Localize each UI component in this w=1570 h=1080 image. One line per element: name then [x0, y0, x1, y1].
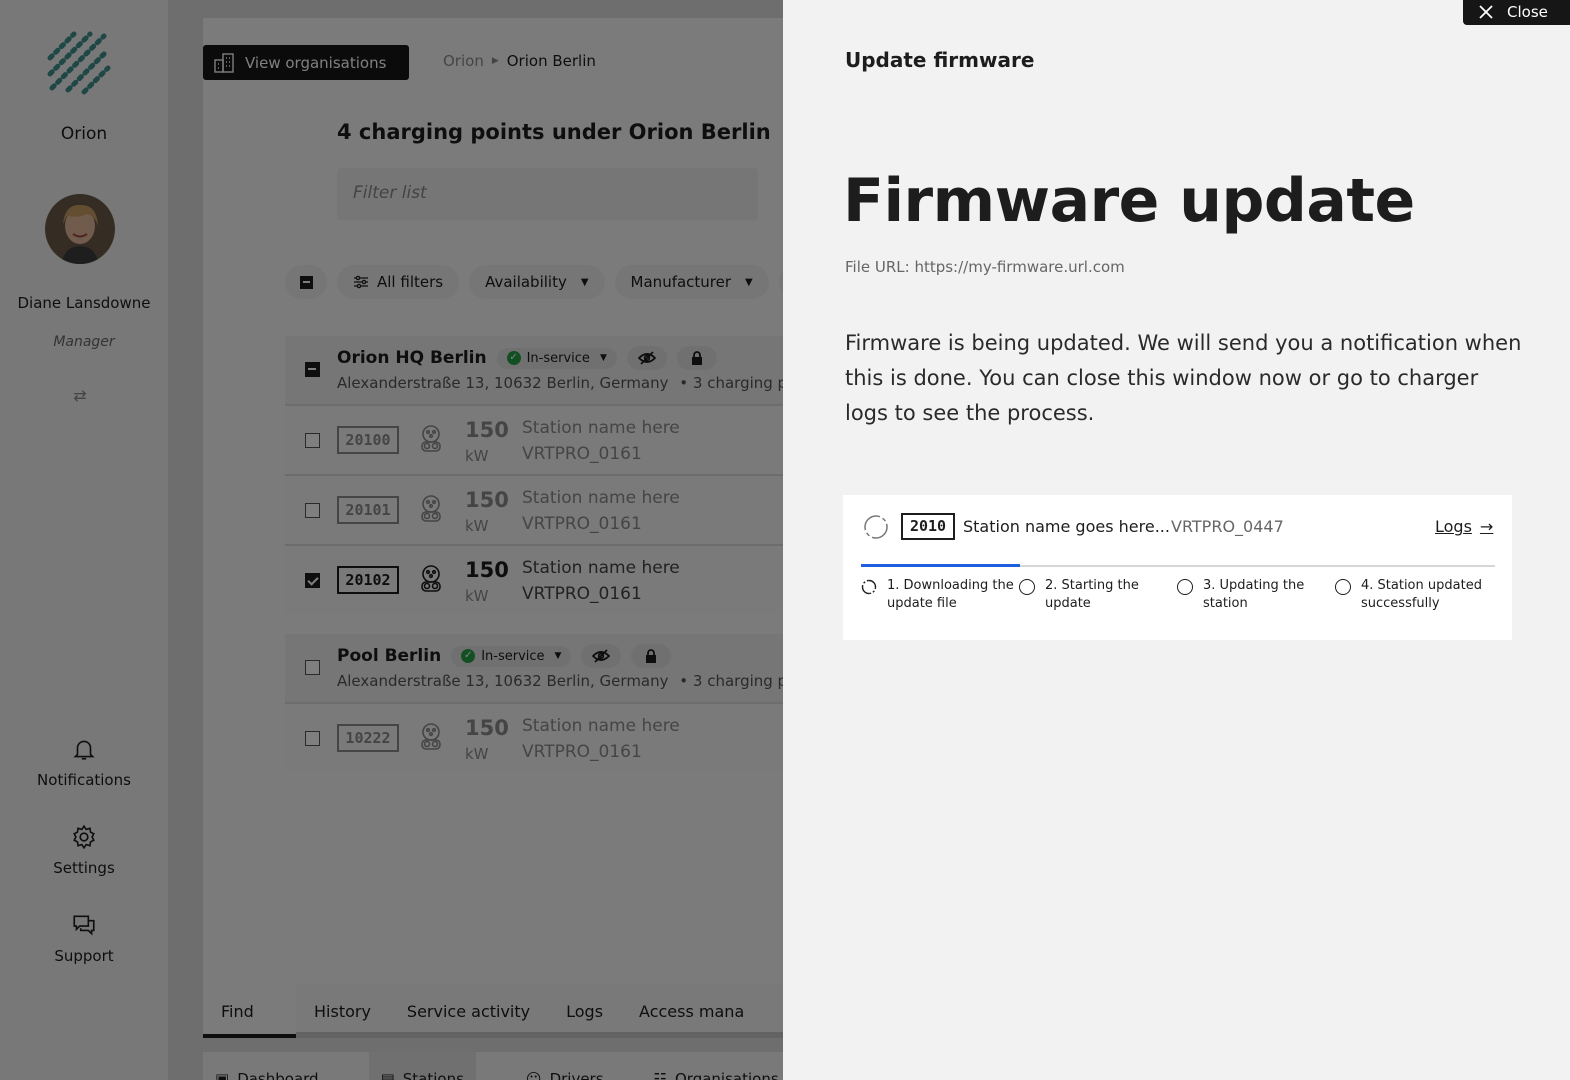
close-icon	[1479, 4, 1493, 19]
close-label: Close	[1507, 2, 1548, 21]
pending-circle-icon	[1177, 579, 1193, 595]
arrow-right-icon: →	[1479, 517, 1494, 536]
step-item: 1. Downloading the update file	[861, 577, 1019, 613]
step-item: 4. Station updated successfully	[1335, 577, 1493, 613]
page-heading: Firmware update	[843, 166, 1415, 236]
station-code: VRTPRO_0447	[1171, 517, 1284, 536]
firmware-update-drawer: Close Update firmware Firmware update Fi…	[783, 0, 1570, 1080]
progress-fill	[861, 564, 1020, 567]
station-name: Station name goes here...	[963, 517, 1170, 536]
pending-circle-icon	[1019, 579, 1035, 595]
step-label: 1. Downloading the update file	[887, 578, 1014, 611]
loading-spinner-icon	[864, 515, 888, 539]
status-message: Firmware is being updated. We will send …	[845, 331, 1522, 425]
in-progress-icon	[861, 579, 877, 595]
progress-steps: 1. Downloading the update file 2. Starti…	[861, 577, 1501, 613]
firmware-progress-card: 2010 Station name goes here... VRTPRO_04…	[843, 495, 1512, 640]
step-label: 2. Starting the update	[1045, 578, 1139, 611]
progress-bar	[861, 564, 1495, 567]
file-url: File URL: https://my-firmware.url.com	[845, 258, 1125, 276]
step-label: 4. Station updated successfully	[1361, 578, 1482, 611]
drawer-title: Update firmware	[845, 48, 1035, 72]
step-label: 3. Updating the station	[1203, 578, 1305, 611]
modal-backdrop[interactable]	[0, 0, 783, 1080]
step-item: 2. Starting the update	[1019, 577, 1177, 613]
step-item: 3. Updating the station	[1177, 577, 1335, 613]
pending-circle-icon	[1335, 579, 1351, 595]
station-id: 2010	[901, 513, 955, 540]
logs-link[interactable]: Logs →	[1435, 517, 1493, 536]
close-button[interactable]: Close	[1463, 0, 1570, 25]
logs-label: Logs	[1435, 517, 1472, 536]
